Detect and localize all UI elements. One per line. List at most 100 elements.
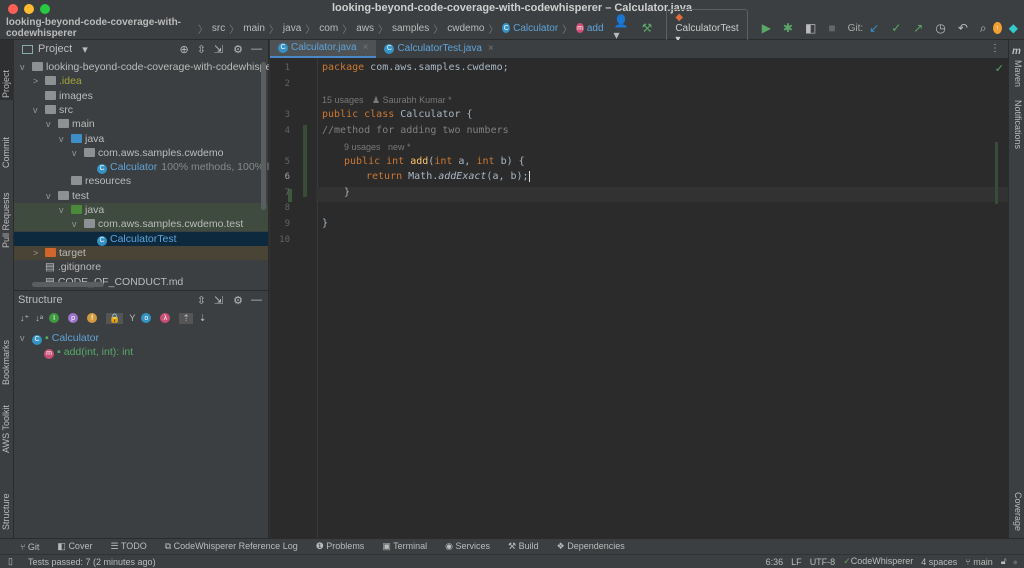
git-push-icon[interactable]: ↗: [913, 21, 923, 35]
minimize-window-button[interactable]: [24, 4, 34, 14]
run-with-coverage-icon[interactable]: ◧: [805, 21, 816, 35]
tool-window-commit[interactable]: Commit: [1, 137, 11, 168]
no-problems-check-icon[interactable]: ✓: [995, 62, 1004, 75]
tool-window-structure[interactable]: Structure: [1, 493, 11, 530]
structure-method-row[interactable]: m ▪ add(int, int): int: [14, 345, 268, 359]
close-tab-icon[interactable]: ×: [488, 40, 494, 58]
expand-all-icon[interactable]: ⇳: [197, 43, 206, 56]
expand-arrow-icon[interactable]: v: [72, 146, 84, 160]
settings-gear-icon[interactable]: ⚙: [233, 43, 243, 56]
show-fields-icon[interactable]: f: [87, 313, 98, 323]
author-hint[interactable]: ♟ Saurabh Kumar *: [372, 95, 452, 106]
toggle-tool-windows-icon[interactable]: ▯: [8, 556, 13, 567]
tree-item[interactable]: v com.aws.samples.cwdemo.test: [14, 217, 268, 232]
hide-panel-icon[interactable]: —: [251, 43, 262, 55]
tool-window-aws-toolkit[interactable]: AWS Toolkit: [1, 405, 11, 453]
breadcrumb-add[interactable]: add: [587, 23, 604, 34]
show-lambdas-icon[interactable]: o: [141, 313, 152, 323]
tree-item[interactable]: resources: [14, 174, 268, 188]
tool-todo[interactable]: ☰ TODO: [110, 541, 146, 552]
expand-arrow-icon[interactable]: v: [59, 132, 71, 146]
method-new-hint[interactable]: new *: [388, 142, 411, 152]
code-area[interactable]: 1 2 3 4 5 6 7 8 9 10 package com.aws.samples.cwde…: [270, 58, 1008, 538]
git-commit-icon[interactable]: ✓: [891, 21, 901, 35]
collapse-all-icon[interactable]: ⇲: [214, 43, 223, 56]
tree-item[interactable]: v test: [14, 189, 268, 203]
show-properties-icon[interactable]: p: [68, 313, 79, 323]
indent-setting[interactable]: 4 spaces: [921, 557, 957, 567]
tab-calculator-java[interactable]: C Calculator.java ×: [270, 39, 377, 58]
breadcrumb-main[interactable]: main: [243, 23, 265, 34]
collapse-all-icon[interactable]: ⇲: [214, 294, 223, 307]
class-usages-hint[interactable]: 15 usages: [322, 95, 364, 105]
vertical-scrollbar[interactable]: [261, 62, 266, 210]
tree-item[interactable]: C CalculatorTest: [14, 231, 268, 246]
tool-window-bookmarks[interactable]: Bookmarks: [1, 340, 11, 385]
tool-window-notifications[interactable]: Notifications: [1013, 100, 1023, 149]
tree-item[interactable]: > target: [14, 245, 268, 260]
status-message[interactable]: Tests passed: 7 (2 minutes ago): [28, 557, 156, 567]
expand-arrow-icon[interactable]: v: [59, 203, 71, 217]
tool-cover[interactable]: ◧ Cover: [57, 541, 92, 552]
tool-codewhisperer-reference-log[interactable]: ⧉ CodeWhisperer Reference Log: [165, 541, 298, 552]
breadcrumb-calculator[interactable]: Calculator: [513, 23, 558, 34]
tool-dependencies[interactable]: ❖ Dependencies: [557, 541, 625, 552]
breadcrumb-com[interactable]: com: [319, 23, 338, 34]
code-with-me-icon[interactable]: ◆: [1009, 21, 1018, 35]
breadcrumb-cwdemo[interactable]: cwdemo: [447, 23, 484, 34]
show-non-public-icon[interactable]: 🔒: [106, 312, 124, 324]
breadcrumb-aws[interactable]: aws: [356, 23, 374, 34]
stop-icon[interactable]: ■: [828, 21, 835, 35]
tree-item[interactable]: v main: [14, 117, 268, 131]
rollback-icon[interactable]: ↶: [958, 21, 968, 35]
run-icon[interactable]: ▶: [762, 21, 771, 35]
tree-item[interactable]: v java: [14, 203, 268, 217]
user-icon[interactable]: 👤▾: [614, 14, 630, 42]
breadcrumb-java[interactable]: java: [283, 23, 301, 34]
sort-alphabetically-icon[interactable]: ↓ᵃ: [35, 313, 43, 323]
tree-item[interactable]: C Calculator 100% methods, 100% lines cove…: [14, 160, 329, 175]
search-icon[interactable]: ⌕: [980, 21, 987, 36]
expand-all-icon[interactable]: ⇳: [197, 294, 206, 307]
close-tab-icon[interactable]: ×: [363, 39, 369, 57]
update-icon[interactable]: ↑: [992, 22, 1002, 34]
lock-icon[interactable]: 🔓︎: [1001, 556, 1007, 567]
sort-by-visibility-icon[interactable]: ↓⁺: [20, 313, 29, 324]
tool-problems[interactable]: ❶ Problems: [316, 541, 365, 552]
git-branch[interactable]: ⑂ main: [965, 557, 992, 567]
line-separator[interactable]: LF: [791, 557, 802, 567]
tree-item[interactable]: v com.aws.samples.cwdemo: [14, 146, 268, 160]
tool-window-maven[interactable]: Maven: [1013, 60, 1023, 87]
tree-item[interactable]: v src: [14, 103, 268, 117]
file-encoding[interactable]: UTF-8: [810, 557, 836, 567]
expand-arrow-icon[interactable]: v: [20, 60, 32, 74]
show-inherited-icon[interactable]: I: [49, 313, 60, 323]
git-update-icon[interactable]: ↙: [869, 21, 879, 35]
hide-panel-icon[interactable]: —: [251, 294, 262, 306]
history-icon[interactable]: ◷: [935, 21, 945, 35]
breadcrumb-src[interactable]: src: [212, 23, 225, 34]
tool-services[interactable]: ◉ Services: [445, 541, 490, 552]
close-window-button[interactable]: [8, 4, 18, 14]
codewhisperer-status[interactable]: ✓CodeWhisperer: [843, 556, 913, 567]
tree-item[interactable]: v looking-beyond-code-coverage-with-codew…: [14, 60, 284, 74]
expand-arrow-icon[interactable]: >: [33, 246, 45, 260]
debug-icon[interactable]: ✱: [783, 21, 793, 35]
tree-item[interactable]: ▤ .gitignore: [14, 260, 268, 274]
memory-indicator-icon[interactable]: ●: [1013, 557, 1018, 567]
show-lambda-icon[interactable]: λ: [160, 313, 171, 323]
tree-item[interactable]: > .idea: [14, 74, 268, 88]
more-tabs-icon[interactable]: ⋮: [982, 40, 1008, 58]
tree-item[interactable]: v java: [14, 132, 268, 146]
breadcrumb-project[interactable]: looking-beyond-code-coverage-with-codewh…: [6, 17, 194, 39]
tool-window-coverage[interactable]: Coverage: [1013, 492, 1023, 531]
expand-arrow-icon[interactable]: v: [46, 189, 58, 203]
tree-item[interactable]: images: [14, 89, 268, 103]
horizontal-scrollbar[interactable]: [32, 282, 104, 287]
structure-class-row[interactable]: v C ▪ Calculator: [14, 331, 268, 345]
show-anonymous-icon[interactable]: Y: [129, 313, 135, 323]
expand-arrow-icon[interactable]: >: [33, 74, 45, 88]
settings-gear-icon[interactable]: ⚙: [233, 294, 243, 307]
tool-git[interactable]: ⑂ Git: [20, 542, 39, 552]
locate-icon[interactable]: ⊕: [179, 43, 188, 56]
